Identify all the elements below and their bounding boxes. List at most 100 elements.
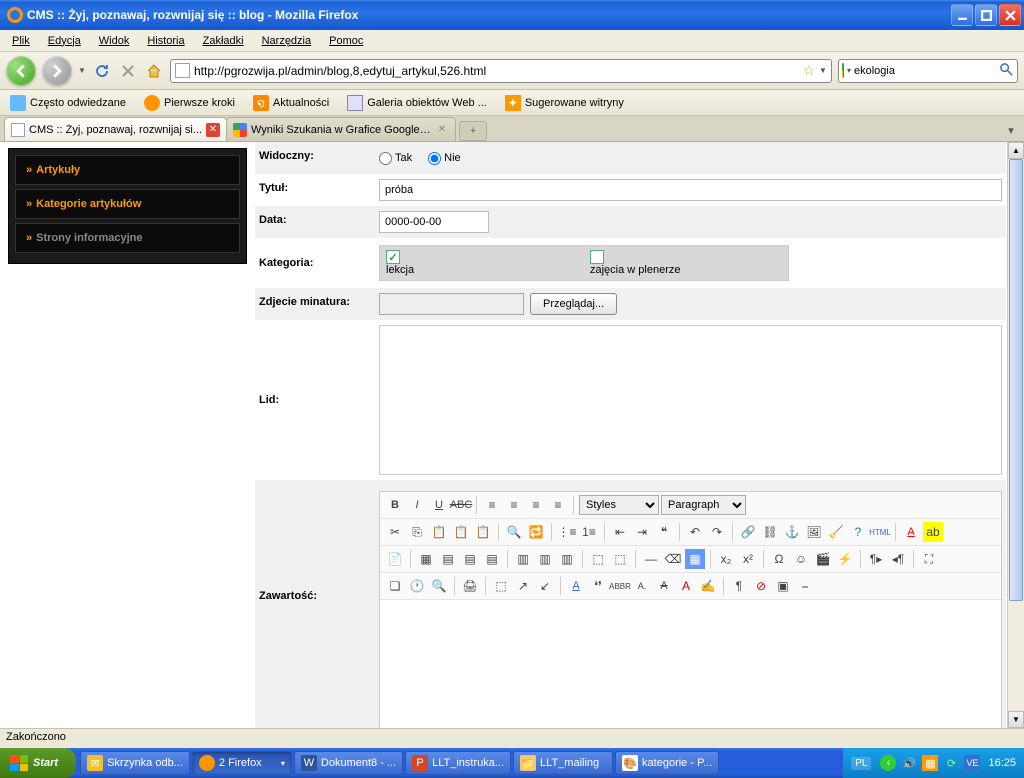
editor-abbr-button[interactable]: ABBR: [610, 576, 630, 596]
bookmark-star-icon[interactable]: ☆: [802, 62, 815, 79]
url-bar[interactable]: ☆ ▼: [170, 59, 832, 83]
start-button[interactable]: Start: [0, 748, 76, 778]
radio-tak[interactable]: [379, 152, 392, 165]
editor-paste-text-button[interactable]: 📋: [451, 522, 471, 542]
forward-button[interactable]: [42, 56, 72, 86]
editor-flash-button[interactable]: ⚡: [835, 549, 855, 569]
editor-time-button[interactable]: 🕐: [407, 576, 427, 596]
editor-outdent-button[interactable]: ⇤: [610, 522, 630, 542]
tab-cms[interactable]: CMS :: Żyj, poznawaj, rozwnijaj si... ✕: [4, 117, 227, 141]
editor-paragraph-select[interactable]: Paragraph: [661, 495, 746, 515]
sidebar-item-info-pages[interactable]: »Strony informacyjne: [15, 223, 240, 253]
task-outlook[interactable]: ✉Skrzynka odb...: [80, 751, 190, 775]
editor-italic-button[interactable]: I: [407, 495, 427, 515]
editor-preview-button[interactable]: 🔍: [429, 576, 449, 596]
editor-underline-button[interactable]: U: [429, 495, 449, 515]
editor-emoji-button[interactable]: ☺: [791, 549, 811, 569]
menu-file[interactable]: Plik: [4, 33, 38, 49]
editor-ul-button[interactable]: ⋮≡: [557, 522, 577, 542]
textarea-lid[interactable]: [379, 325, 1002, 475]
editor-del-button[interactable]: A: [654, 576, 674, 596]
scroll-thumb[interactable]: [1009, 159, 1023, 601]
editor-help-button[interactable]: ?: [848, 522, 868, 542]
bookmark-often-visited[interactable]: Często odwiedzane: [6, 93, 130, 113]
editor-row-before-button[interactable]: ▤: [438, 549, 458, 569]
tab-list-button[interactable]: ▾: [1002, 119, 1020, 141]
tray-icon[interactable]: ▦: [922, 755, 938, 771]
editor-col-after-button[interactable]: ▥: [535, 549, 555, 569]
editor-visualchars-button[interactable]: ¶: [729, 576, 749, 596]
editor-body[interactable]: [380, 600, 1001, 728]
editor-copy-button[interactable]: ⎘: [407, 522, 427, 542]
editor-media-button[interactable]: 🎬: [813, 549, 833, 569]
task-firefox[interactable]: 2 Firefox▾: [192, 751, 292, 775]
checkbox-plener[interactable]: ✓: [590, 250, 604, 264]
editor-image-button[interactable]: 🖼: [804, 522, 824, 542]
sidebar-item-categories[interactable]: »Kategorie artykułów: [15, 189, 240, 219]
editor-undo-button[interactable]: ↶: [685, 522, 705, 542]
editor-calendar-button[interactable]: ▦: [685, 549, 705, 569]
editor-indent-button[interactable]: ⇥: [632, 522, 652, 542]
editor-html-button[interactable]: HTML: [870, 522, 890, 542]
input-date[interactable]: [379, 211, 489, 233]
editor-textcolor-button[interactable]: A: [901, 522, 921, 542]
editor-row-after-button[interactable]: ▤: [460, 549, 480, 569]
reload-button[interactable]: [92, 61, 112, 81]
editor-align-right-button[interactable]: ≡: [526, 495, 546, 515]
task-folder[interactable]: 📁LLT_mailing: [513, 751, 613, 775]
tray-icon[interactable]: ⟳: [943, 755, 959, 771]
editor-styles-select[interactable]: Styles: [579, 495, 659, 515]
editor-pagebreak-button[interactable]: ⎯: [795, 576, 815, 596]
editor-rtl-button[interactable]: ◂¶: [888, 549, 908, 569]
editor-forward-button[interactable]: ↗: [513, 576, 533, 596]
editor-newdoc-button[interactable]: 📄: [385, 549, 405, 569]
menu-tools[interactable]: Narzędzia: [254, 33, 320, 49]
stop-button[interactable]: [118, 61, 138, 81]
sidebar-item-articles[interactable]: »Artykuły: [15, 155, 240, 185]
search-button[interactable]: [999, 62, 1014, 80]
menu-history[interactable]: Historia: [139, 33, 192, 49]
task-ppt1[interactable]: PLLT_instruka...: [405, 751, 511, 775]
editor-ltr-button[interactable]: ¶▸: [866, 549, 886, 569]
editor-cut-button[interactable]: ✂: [385, 522, 405, 542]
tray-icon[interactable]: 🔊: [901, 755, 917, 771]
search-box[interactable]: ▾: [838, 59, 1018, 83]
bookmark-first-steps[interactable]: Pierwsze kroki: [140, 93, 239, 113]
editor-cite-button[interactable]: ❛❜: [588, 576, 608, 596]
editor-unlink-button[interactable]: ⛓: [760, 522, 780, 542]
tray-icon[interactable]: ‹: [880, 755, 896, 771]
file-input[interactable]: [379, 293, 524, 315]
editor-ins-button[interactable]: A: [676, 576, 696, 596]
clock[interactable]: 16:25: [988, 757, 1016, 769]
url-dropdown[interactable]: ▼: [819, 66, 827, 75]
input-title[interactable]: [379, 179, 1002, 201]
editor-ol-button[interactable]: 1≡: [579, 522, 599, 542]
google-icon[interactable]: [842, 63, 844, 78]
maximize-button[interactable]: [975, 4, 997, 26]
editor-align-left-button[interactable]: ≡: [482, 495, 502, 515]
tab-google-images[interactable]: Wyniki Szukania w Grafice Google dla h..…: [226, 117, 456, 141]
editor-align-center-button[interactable]: ≡: [504, 495, 524, 515]
editor-redo-button[interactable]: ↷: [707, 522, 727, 542]
editor-strike-button[interactable]: ABC: [451, 495, 471, 515]
editor-layer-button[interactable]: ❏: [385, 576, 405, 596]
scroll-up-button[interactable]: ▲: [1008, 142, 1024, 159]
editor-cleanup-button[interactable]: 🧹: [826, 522, 846, 542]
editor-delete-row-button[interactable]: ▤: [482, 549, 502, 569]
editor-col-before-button[interactable]: ▥: [513, 549, 533, 569]
bookmark-gallery[interactable]: Galeria obiektów Web ...: [343, 93, 491, 113]
search-engine-dropdown[interactable]: ▾: [847, 66, 851, 75]
task-paint[interactable]: 🎨kategorie - P...: [615, 751, 719, 775]
bookmark-suggested[interactable]: ✦Sugerowane witryny: [501, 93, 628, 113]
editor-find-button[interactable]: 🔍: [504, 522, 524, 542]
editor-sub-button[interactable]: x₂: [716, 549, 736, 569]
editor-template-button[interactable]: ▣: [773, 576, 793, 596]
scroll-down-button[interactable]: ▼: [1008, 711, 1024, 728]
editor-merge-button[interactable]: ⬚: [588, 549, 608, 569]
editor-char-button[interactable]: Ω: [769, 549, 789, 569]
menu-edit[interactable]: Edycja: [40, 33, 89, 49]
editor-print-button[interactable]: 🖨: [460, 576, 480, 596]
editor-fullscreen-button[interactable]: ⛶: [919, 549, 939, 569]
editor-bold-button[interactable]: B: [385, 495, 405, 515]
editor-hr-button[interactable]: —: [641, 549, 661, 569]
